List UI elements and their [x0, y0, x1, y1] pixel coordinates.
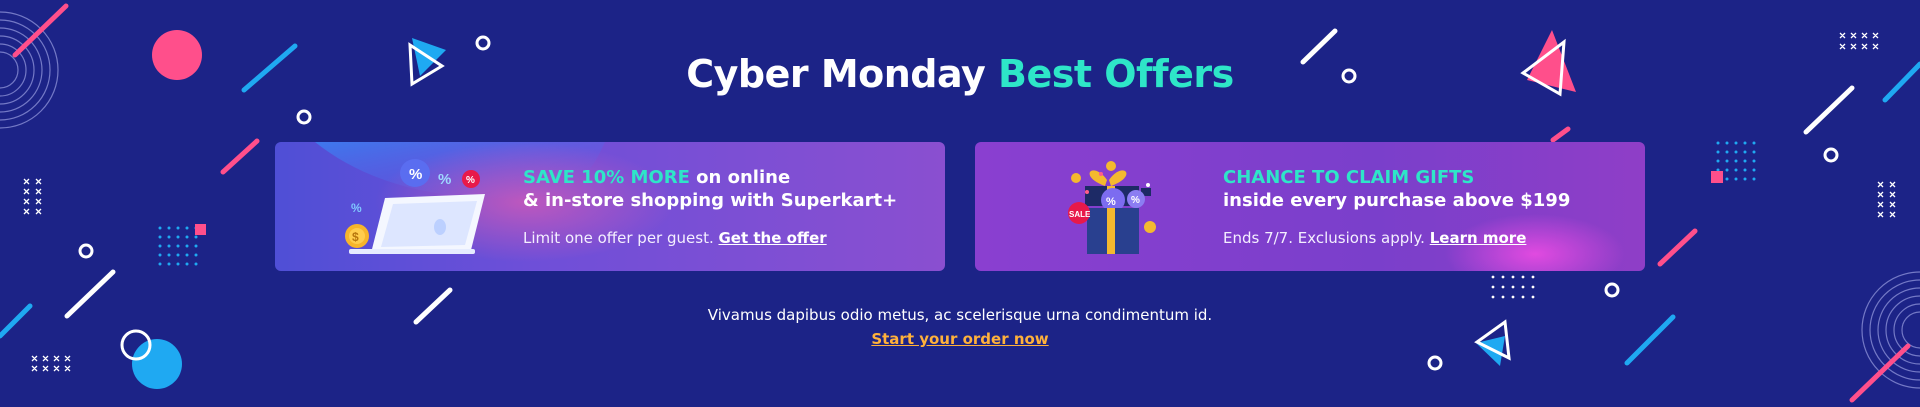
- footer-text: Vivamus dapibus odio metus, ac scelerisq…: [707, 306, 1213, 324]
- ring-small: [1427, 355, 1443, 371]
- gift-box-icon: % SALE %: [1068, 161, 1156, 254]
- dot-grid-left: [158, 226, 198, 266]
- ring-small: [475, 35, 491, 51]
- sale-badge-text: SALE: [1069, 210, 1091, 219]
- headline-accent: SAVE 10% MORE: [523, 167, 690, 188]
- laptop-discount-icon: % % % % $: [345, 159, 485, 254]
- svg-text:%: %: [409, 166, 422, 183]
- ring-small: [78, 243, 94, 259]
- ring-small: [296, 109, 312, 125]
- headline-rest: on online: [689, 167, 791, 188]
- get-offer-link[interactable]: Get the offer: [718, 229, 826, 247]
- pink-stroke: [12, 3, 69, 58]
- svg-text:%: %: [1131, 195, 1140, 206]
- offer-subtext: Ends 7/7. Exclusions apply. Learn more: [1223, 228, 1633, 248]
- banner-footer: Vivamus dapibus odio metus, ac scelerisq…: [0, 306, 1920, 348]
- start-order-link[interactable]: Start your order now: [871, 330, 1048, 348]
- offer-text: SAVE 10% MORE on online & in-store shopp…: [523, 166, 933, 248]
- offer-card-gifts: % SALE % CHANCE TO CLAIM GIFTS inside ev…: [975, 142, 1645, 271]
- headline-line2: & in-store shopping with Superkart+: [523, 190, 898, 211]
- ring-small: [1604, 282, 1620, 298]
- svg-text:%: %: [466, 175, 475, 186]
- subtext-body: Ends 7/7. Exclusions apply.: [1223, 229, 1430, 247]
- svg-text:%: %: [351, 201, 362, 215]
- offer-card-superkart: % % % % $ SAVE 10% MORE on online & in-s…: [275, 142, 945, 271]
- svg-text:%: %: [438, 171, 451, 188]
- page-title: Cyber Monday Best Offers: [0, 52, 1920, 96]
- pink-square: [195, 224, 206, 235]
- svg-text:$: $: [352, 230, 359, 244]
- headline-accent: CHANCE TO CLAIM GIFTS: [1223, 167, 1475, 188]
- pink-square: [1711, 171, 1723, 183]
- pink-stroke: [1550, 126, 1571, 143]
- title-main: Cyber Monday: [686, 52, 986, 96]
- offer-headline: SAVE 10% MORE on online & in-store shopp…: [523, 166, 933, 212]
- headline-line2: inside every purchase above $199: [1223, 190, 1571, 211]
- learn-more-link[interactable]: Learn more: [1430, 229, 1527, 247]
- title-accent: Best Offers: [998, 52, 1234, 96]
- pink-stroke: [1657, 228, 1698, 267]
- subtext-body: Limit one offer per guest.: [523, 229, 719, 247]
- pink-stroke: [220, 138, 260, 175]
- svg-text:%: %: [1106, 196, 1116, 208]
- offer-text: CHANCE TO CLAIM GIFTS inside every purch…: [1223, 166, 1633, 248]
- offer-headline: CHANCE TO CLAIM GIFTS inside every purch…: [1223, 166, 1633, 212]
- ring-small: [1823, 147, 1839, 163]
- pink-stroke: [1849, 343, 1911, 403]
- offer-subtext: Limit one offer per guest. Get the offer: [523, 228, 933, 248]
- promo-banner: Cyber Monday Best Offers % % % % $ SAVE …: [0, 0, 1920, 407]
- dot-grid-white: [1491, 275, 1535, 299]
